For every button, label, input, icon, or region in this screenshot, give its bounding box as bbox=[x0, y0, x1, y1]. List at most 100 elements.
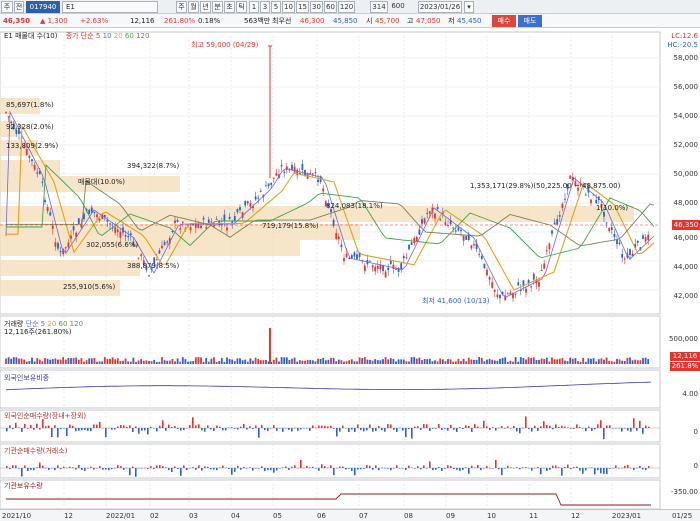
candle-body bbox=[314, 172, 317, 174]
toolbar-button-all[interactable]: 전 bbox=[14, 1, 24, 13]
volume-profile-label: 388,879(8.5%) bbox=[127, 262, 180, 270]
period-day-button[interactable]: 주 bbox=[176, 1, 187, 13]
period-week-button[interactable]: 월 bbox=[188, 1, 199, 13]
volume-bar bbox=[187, 361, 189, 364]
period-minute-button[interactable]: 분 bbox=[212, 1, 223, 13]
volume-bar bbox=[639, 360, 642, 364]
volume-bar bbox=[96, 361, 98, 364]
interval-30-button[interactable]: 30 bbox=[310, 1, 323, 13]
volume-bar bbox=[618, 359, 621, 364]
best-bid: 46,300 bbox=[300, 17, 325, 25]
net-buy-bar bbox=[444, 468, 446, 469]
volume-bar bbox=[77, 359, 80, 364]
volume-bar bbox=[148, 361, 150, 364]
price-axis-label: 56,000 bbox=[673, 83, 699, 91]
candle-body bbox=[545, 250, 548, 252]
date-axis-label: 09 bbox=[446, 512, 455, 520]
net-buy-bar bbox=[309, 467, 311, 468]
stock-code-input[interactable]: 017940 bbox=[26, 1, 60, 13]
candle-body bbox=[127, 236, 130, 238]
calendar-icon[interactable]: ▾ bbox=[464, 1, 474, 13]
volume-axis-label: 500,000 bbox=[669, 335, 698, 343]
interval-120-button[interactable]: 120 bbox=[338, 1, 355, 13]
volume-bar bbox=[447, 359, 449, 364]
high-price-note: 최고 59,000 (04/29) bbox=[191, 41, 259, 49]
net-buy-bar bbox=[435, 428, 437, 429]
volume-bar bbox=[85, 360, 88, 364]
net-buy-bar bbox=[471, 428, 473, 432]
interval-3-button[interactable]: 3 bbox=[260, 1, 270, 13]
net-buy-bar bbox=[126, 467, 128, 469]
candle-body bbox=[155, 259, 158, 261]
net-buy-bar bbox=[384, 468, 386, 469]
net-buy-bar bbox=[264, 468, 266, 472]
interval-5-button[interactable]: 5 bbox=[271, 1, 281, 13]
net-buy-bar bbox=[549, 468, 551, 470]
high-label: 고 bbox=[407, 17, 414, 25]
net-buy-bar bbox=[630, 467, 632, 469]
date-input[interactable]: 2023/01/26 bbox=[418, 1, 462, 13]
net-buy-bar bbox=[642, 468, 644, 470]
volume-bar bbox=[408, 361, 410, 364]
period-year-button[interactable]: 년 bbox=[200, 1, 211, 13]
visible-count-input[interactable]: 314 bbox=[370, 1, 388, 13]
net-buy-bar bbox=[222, 428, 224, 431]
interval-1-button[interactable]: 1 bbox=[249, 1, 259, 13]
net-buy-bar bbox=[474, 467, 476, 468]
candle-body bbox=[506, 293, 509, 295]
net-buy-bar bbox=[111, 468, 113, 470]
net-buy-bar bbox=[633, 468, 635, 471]
net-buy-bar bbox=[42, 465, 44, 468]
net-buy-bar bbox=[519, 428, 521, 434]
period-second-button[interactable]: 초 bbox=[224, 1, 235, 13]
interval-60-button[interactable]: 60 bbox=[324, 1, 337, 13]
net-buy-bar bbox=[168, 424, 170, 428]
net-buy-bar bbox=[468, 468, 470, 474]
volume-bar bbox=[519, 357, 522, 364]
date-axis-label: 01/25 bbox=[672, 512, 693, 520]
net-buy-bar bbox=[165, 428, 167, 431]
net-buy-bar bbox=[357, 468, 359, 470]
best-ask: 45,850 bbox=[333, 17, 358, 25]
quote-bar: 46,350 ▲ 1,300 +2.63% 12,116 261.80% 0.1… bbox=[0, 14, 700, 28]
net-buy-bar bbox=[207, 425, 209, 428]
candle-body bbox=[226, 227, 228, 231]
turnover-rate: 0.18% bbox=[198, 17, 221, 25]
net-buy-bar bbox=[219, 467, 221, 468]
net-buy-bar bbox=[129, 425, 131, 428]
candle-body bbox=[176, 219, 179, 222]
period-tick-button[interactable]: 틱 bbox=[236, 1, 247, 13]
interval-10-button[interactable]: 10 bbox=[282, 1, 295, 13]
candle-body bbox=[363, 265, 366, 272]
volume-bar bbox=[402, 359, 405, 364]
stock-chart[interactable] bbox=[0, 28, 700, 509]
net-buy-bar bbox=[48, 468, 50, 470]
net-buy-bar bbox=[171, 468, 173, 473]
volume-profile-label: 133,809(2.9%) bbox=[6, 142, 59, 150]
net-buy-bar bbox=[72, 425, 74, 428]
volume-bar bbox=[343, 361, 345, 364]
volume-bar bbox=[369, 359, 371, 364]
buy-button[interactable]: 매수 bbox=[492, 15, 516, 27]
toolbar-button-stock-type[interactable]: 주 bbox=[1, 1, 13, 13]
net-buy-bar bbox=[270, 468, 272, 471]
candle-body bbox=[530, 286, 533, 288]
volume-bar bbox=[231, 359, 234, 364]
net-buy-bar bbox=[246, 428, 248, 430]
volume-bar bbox=[179, 361, 182, 364]
stock-name-field[interactable]: E1 bbox=[62, 1, 158, 13]
volume-bar bbox=[644, 357, 647, 364]
candle-body bbox=[413, 237, 416, 244]
volume-bar bbox=[561, 358, 564, 364]
net-buy-bar bbox=[420, 428, 422, 430]
net-buy-bar bbox=[441, 428, 443, 430]
net-buy-bar bbox=[615, 427, 617, 429]
net-buy-bar bbox=[63, 466, 65, 468]
net-buy-bar bbox=[66, 467, 68, 469]
volume-bar bbox=[470, 359, 473, 364]
interval-15-button[interactable]: 15 bbox=[296, 1, 309, 13]
candle-body bbox=[522, 280, 525, 286]
volume-bar bbox=[478, 357, 481, 364]
foreign-net-legend: 외국인순매수량(장내+장외) bbox=[4, 412, 87, 420]
sell-button[interactable]: 매도 bbox=[518, 15, 542, 27]
